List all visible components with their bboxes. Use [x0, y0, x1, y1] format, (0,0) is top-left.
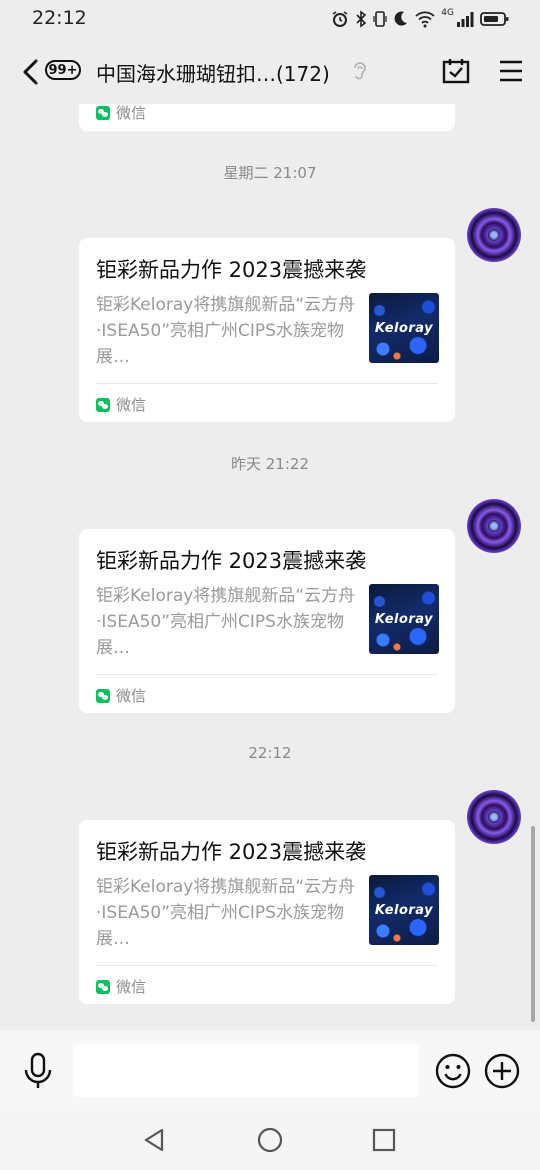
thumbnail-brand: Keloray	[374, 611, 434, 627]
microphone-icon[interactable]	[22, 1052, 54, 1090]
message-input[interactable]	[73, 1044, 419, 1097]
card-title: 钜彩新品力作 2023震撼来袭	[96, 258, 367, 282]
card-source-label: 微信	[116, 104, 147, 122]
message-timestamp: 昨天 21:22	[231, 455, 309, 473]
avatar[interactable]	[467, 499, 521, 553]
status-bar: 22:12 4G	[0, 0, 540, 40]
scrollbar[interactable]	[531, 826, 535, 1022]
emoji-icon[interactable]	[435, 1053, 471, 1089]
menu-icon[interactable]	[499, 60, 523, 82]
alarm-icon	[332, 11, 348, 27]
thumbnail-brand: Keloray	[374, 320, 434, 336]
unread-badge[interactable]: 99+	[45, 60, 81, 80]
network-label: 4G	[441, 8, 454, 18]
ear-icon	[354, 62, 366, 80]
card-source-label: 微信	[116, 978, 147, 996]
nav-recent-apps-icon[interactable]	[372, 1128, 396, 1152]
system-nav-bar	[0, 1110, 540, 1170]
avatar[interactable]	[467, 790, 521, 844]
status-icons: 4G	[331, 8, 510, 30]
card-source: 微信	[96, 394, 146, 415]
message-list[interactable]: 微信 星期二 21:07 钜彩新品力作 2023震撼来袭 钜彩Keloray将携…	[0, 104, 540, 1030]
message-card[interactable]: 钜彩新品力作 2023震撼来袭 钜彩Keloray将携旗舰新品“云方舟·ISEA…	[79, 529, 455, 713]
message-card-partial[interactable]: 微信	[79, 104, 455, 131]
wechat-icon	[96, 397, 110, 412]
card-source-label: 微信	[116, 396, 147, 414]
card-description: 钜彩Keloray将携旗舰新品“云方舟·ISEA50”亮相广州CIPS水族宠物展…	[96, 295, 356, 367]
card-source: 微信	[96, 976, 146, 997]
card-title: 钜彩新品力作 2023震撼来袭	[96, 840, 367, 864]
nav-home-icon[interactable]	[257, 1127, 283, 1153]
battery-icon	[480, 12, 509, 26]
back-icon[interactable]	[18, 54, 44, 90]
chat-title[interactable]: 中国海水珊瑚钮扣…(172)	[96, 58, 330, 87]
thumbnail-brand: Keloray	[374, 902, 434, 918]
wechat-icon	[96, 688, 110, 703]
chat-header: 99+ 中国海水珊瑚钮扣…(172)	[0, 40, 540, 104]
card-source: 微信	[96, 685, 146, 706]
card-source-label: 微信	[116, 687, 147, 705]
vibrate-icon	[373, 11, 387, 27]
card-thumbnail: Keloray	[369, 293, 439, 363]
input-bar	[0, 1030, 540, 1110]
nav-back-icon[interactable]	[142, 1127, 166, 1153]
card-divider	[96, 674, 438, 675]
wechat-icon	[96, 979, 110, 994]
status-time: 22:12	[32, 7, 87, 29]
card-divider	[96, 965, 438, 966]
card-divider	[96, 383, 438, 384]
message-timestamp: 22:12	[248, 744, 292, 762]
calendar-check-icon[interactable]	[442, 57, 470, 85]
card-thumbnail: Keloray	[369, 584, 439, 654]
message-card[interactable]: 钜彩新品力作 2023震撼来袭 钜彩Keloray将携旗舰新品“云方舟·ISEA…	[79, 820, 455, 1004]
moon-icon	[394, 11, 408, 26]
avatar[interactable]	[467, 208, 521, 262]
card-description: 钜彩Keloray将携旗舰新品“云方舟·ISEA50”亮相广州CIPS水族宠物展…	[96, 586, 356, 658]
message-card[interactable]: 钜彩新品力作 2023震撼来袭 钜彩Keloray将携旗舰新品“云方舟·ISEA…	[79, 238, 455, 422]
plus-icon[interactable]	[484, 1053, 520, 1089]
wechat-icon	[96, 105, 110, 120]
card-thumbnail: Keloray	[369, 875, 439, 945]
signal-icon	[457, 12, 474, 27]
card-source: 微信	[96, 104, 146, 123]
wifi-icon	[415, 11, 435, 28]
card-description: 钜彩Keloray将携旗舰新品“云方舟·ISEA50”亮相广州CIPS水族宠物展…	[96, 877, 356, 949]
card-title: 钜彩新品力作 2023震撼来袭	[96, 549, 367, 573]
message-timestamp: 星期二 21:07	[223, 164, 317, 182]
bluetooth-icon	[356, 10, 367, 28]
